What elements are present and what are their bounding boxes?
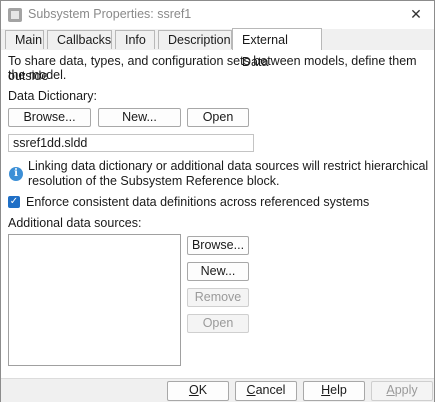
info-note-line2: resolution of the Subsystem Reference bl… — [28, 174, 280, 188]
dictionary-new-button[interactable]: New... — [98, 108, 181, 127]
cancel-label-rest: ancel — [255, 383, 286, 397]
dictionary-browse-button[interactable]: Browse... — [8, 108, 91, 127]
info-note-line1: Linking data dictionary or additional da… — [28, 159, 429, 173]
tab-bar: Main Callbacks Info Description External… — [1, 28, 434, 69]
sources-browse-button[interactable]: Browse... — [187, 236, 249, 255]
tab-main[interactable]: Main — [5, 30, 44, 49]
tab-info[interactable]: Info — [115, 30, 155, 49]
enforce-consistency-checkbox[interactable]: ✓ — [8, 196, 20, 208]
subsystem-properties-dialog: Subsystem Properties: ssref1 ✕ Main Call… — [0, 0, 435, 402]
dictionary-open-button[interactable]: Open — [187, 108, 249, 127]
apply-button[interactable]: Apply — [371, 381, 433, 401]
data-dictionary-field[interactable]: ssref1dd.sldd — [8, 134, 254, 152]
sources-open-button[interactable]: Open — [187, 314, 249, 333]
enforce-consistency-label: Enforce consistent data definitions acro… — [26, 195, 370, 209]
tab-external-data[interactable]: External Data — [232, 28, 322, 69]
title-bar: Subsystem Properties: ssref1 ✕ — [1, 1, 434, 29]
window-title: Subsystem Properties: ssref1 — [28, 7, 192, 21]
dialog-footer: OK Cancel Help Apply — [1, 378, 434, 402]
ok-label-rest: K — [198, 383, 208, 397]
intro-text-line1: To share data, types, and configuration … — [8, 54, 417, 83]
intro-text-line2: the model. — [8, 68, 67, 82]
additional-sources-list[interactable] — [8, 234, 181, 366]
simulink-app-icon — [8, 8, 22, 22]
tab-callbacks[interactable]: Callbacks — [47, 30, 112, 49]
ok-mnemonic: O — [188, 383, 199, 397]
tab-description[interactable]: Description — [158, 30, 232, 49]
help-mnemonic: H — [321, 383, 331, 397]
help-button[interactable]: Help — [303, 381, 365, 401]
apply-mnemonic: A — [386, 383, 395, 397]
ok-button[interactable]: OK — [167, 381, 229, 401]
sources-remove-button[interactable]: Remove — [187, 288, 249, 307]
sources-new-button[interactable]: New... — [187, 262, 249, 281]
cancel-mnemonic: C — [246, 383, 256, 397]
help-label-rest: elp — [330, 383, 347, 397]
info-icon: i — [9, 167, 23, 181]
cancel-button[interactable]: Cancel — [235, 381, 297, 401]
data-dictionary-label: Data Dictionary: — [8, 89, 97, 103]
additional-sources-label: Additional data sources: — [8, 216, 142, 230]
apply-label-rest: pply — [394, 383, 418, 397]
external-data-panel: To share data, types, and configuration … — [1, 50, 434, 378]
close-icon[interactable]: ✕ — [404, 3, 428, 25]
